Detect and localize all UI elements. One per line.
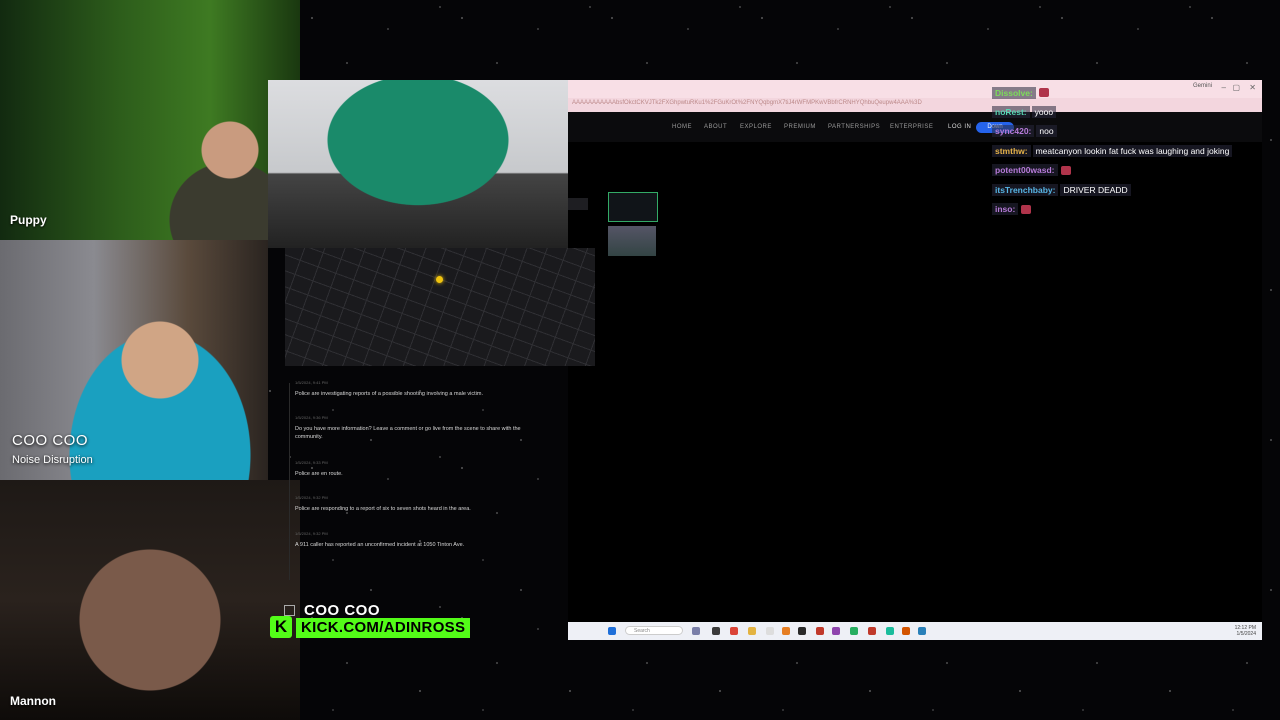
app-icon[interactable] <box>816 627 824 635</box>
nav-explore[interactable]: EXPLORE <box>740 124 772 130</box>
app-icon[interactable] <box>692 627 700 635</box>
chat-message: inso: <box>992 199 1262 218</box>
chat-text: meatcanyon lookin fat fuck was laughing … <box>1032 144 1233 157</box>
emote-icon <box>1060 165 1071 175</box>
app-icon[interactable] <box>766 627 774 635</box>
chat-username[interactable]: sync420: <box>992 125 1035 138</box>
app-icon[interactable] <box>918 627 926 635</box>
chat-username[interactable]: stmthw: <box>992 144 1031 157</box>
clock-date: 1/5/2024 <box>1236 631 1256 637</box>
list-item: 1/5/2024, 9:32 PM Police are responding … <box>288 495 568 531</box>
nav-home[interactable]: HOME <box>672 124 692 130</box>
app-icon[interactable] <box>850 627 858 635</box>
webcam-main-stream <box>268 80 568 248</box>
chat-username[interactable]: itsTrenchbaby: <box>992 183 1059 196</box>
checkbox-icon <box>284 605 295 616</box>
chat-username[interactable]: potent00wasd: <box>992 164 1058 177</box>
media-thumbnail[interactable] <box>608 226 656 256</box>
chat-message: stmthw: meatcanyon lookin fat fuck was la… <box>992 141 1262 160</box>
list-item: 1/5/2024, 9:41 PM Police are investigati… <box>288 380 568 415</box>
feed-timestamp: 1/5/2024, 9:36 PM <box>295 415 328 420</box>
nav-partnerships[interactable]: PARTNERSHIPS <box>828 124 880 130</box>
chat-username[interactable]: noRest: <box>992 106 1030 119</box>
chat-message: potent00wasd: <box>992 161 1262 180</box>
system-clock[interactable]: 12:12 PM 1/5/2024 <box>1235 625 1256 637</box>
list-item: 1/5/2024, 9:36 PM Do you have more infor… <box>288 415 568 460</box>
feed-timestamp: 1/5/2024, 9:33 PM <box>295 460 328 465</box>
chat-message: sync420: noo <box>992 122 1262 141</box>
app-icon[interactable] <box>782 627 790 635</box>
address-url[interactable]: AAAAAAAAAAAbsfOkctCKVJTk2FXGhpwtuRKu1%2F… <box>572 100 922 106</box>
kick-url-label: KICK.COM/ADINROSS <box>296 618 471 638</box>
stream-overlay: COO COO K KICK.COM/ADINROSS <box>268 602 568 640</box>
webcam-label-puppy: Puppy <box>10 213 47 227</box>
stream-chat: Dissolve: noRest: yooo sync420: noo stmthw: me… <box>992 83 1262 219</box>
chat-message: Dissolve: <box>992 83 1262 102</box>
overlay-streamer-name: COO COO <box>304 602 381 619</box>
incident-feed: 1/5/2024, 9:41 PM Police are investigati… <box>288 380 568 561</box>
feed-text: Police are en route. <box>295 471 343 477</box>
taskbar-search[interactable]: Search <box>625 626 683 635</box>
webcam-label-coo-coo: COO COO <box>12 432 89 449</box>
list-item: 1/5/2024, 9:33 PM Police are en route. <box>288 460 568 495</box>
folder-icon[interactable] <box>748 627 756 635</box>
app-icon[interactable] <box>832 627 840 635</box>
app-icon[interactable] <box>798 627 806 635</box>
chat-text: yooo <box>1031 106 1057 119</box>
webcam-label-mannon: Mannon <box>10 694 56 708</box>
side-tab[interactable] <box>568 198 588 210</box>
location-pin-icon[interactable] <box>436 276 443 283</box>
taskbar: Search 12:12 PM 1/5/2024 <box>568 622 1262 640</box>
feed-text: Do you have more information? Leave a co… <box>295 426 521 440</box>
chat-username[interactable]: inso: <box>992 203 1019 216</box>
list-item: 1/5/2024, 9:32 PM A 911 caller has repor… <box>288 531 568 561</box>
nav-about[interactable]: ABOUT <box>704 124 727 130</box>
chat-message: noRest: yooo <box>992 102 1262 121</box>
app-icon[interactable] <box>868 627 876 635</box>
emote-icon <box>1038 88 1049 98</box>
emote-icon <box>1021 204 1032 214</box>
kick-logo-icon: K <box>270 616 292 638</box>
nav-login[interactable]: LOG IN <box>948 124 971 130</box>
app-icon[interactable] <box>712 627 720 635</box>
nav-enterprise[interactable]: ENTERPRISE <box>890 124 933 130</box>
nav-premium[interactable]: PREMIUM <box>784 124 816 130</box>
app-icon[interactable] <box>886 627 894 635</box>
webcam-puppy: Puppy <box>0 0 300 240</box>
media-thumbnail[interactable] <box>608 192 658 222</box>
feed-timestamp: 1/5/2024, 9:32 PM <box>295 531 328 536</box>
chat-username[interactable]: Dissolve: <box>992 86 1036 99</box>
feed-timestamp: 1/5/2024, 9:32 PM <box>295 495 328 500</box>
feed-text: Police are responding to a report of six… <box>295 506 471 512</box>
chat-text: DRIVER DEADD <box>1060 183 1131 196</box>
chat-text: noo <box>1036 125 1057 138</box>
webcam-mannon: Mannon <box>0 480 300 720</box>
start-icon[interactable] <box>608 627 616 635</box>
feed-text: Police are investigating reports of a po… <box>295 391 484 397</box>
webcam-sublabel: Noise Disruption <box>12 454 93 466</box>
app-icon[interactable] <box>902 627 910 635</box>
incident-map[interactable] <box>285 248 595 366</box>
feed-text: A 911 caller has reported an unconfirmed… <box>295 542 465 548</box>
chrome-icon[interactable] <box>730 627 738 635</box>
feed-timestamp: 1/5/2024, 9:41 PM <box>295 380 328 385</box>
chat-message: itsTrenchbaby: DRIVER DEADD <box>992 180 1262 199</box>
